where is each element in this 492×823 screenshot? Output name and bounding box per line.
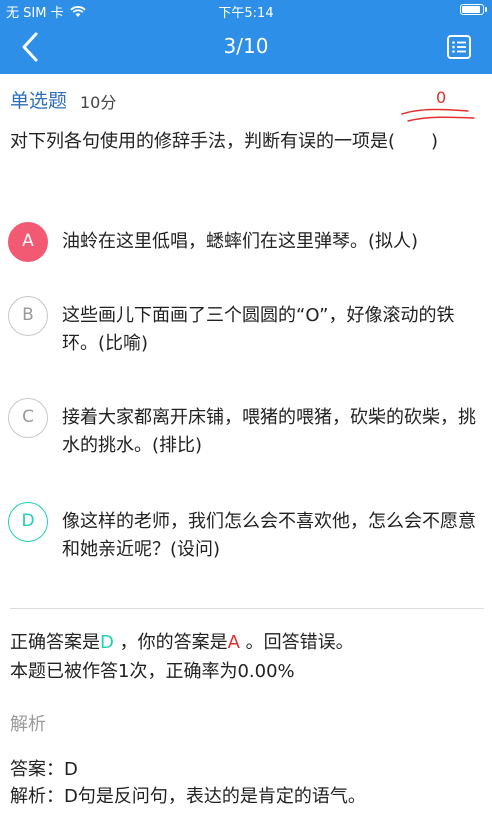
question-stem: 对下列各句使用的修辞手法，判断有误的一项是( ) <box>10 131 439 152</box>
analysis-answer: 答案：D <box>10 759 78 780</box>
battery-fill <box>462 6 480 13</box>
analysis-body: 答案：D 解析：D句是反问句，表达的是肯定的语气。 <box>10 756 484 810</box>
list-icon[interactable] <box>446 34 472 60</box>
answer-line: 正确答案是D ，你的答案是A 。回答错误。 <box>10 628 484 657</box>
status-time: 下午5:14 <box>218 6 274 21</box>
option-c-text: 接着大家都离开床铺，喂猪的喂猪，砍柴的砍柴，挑水的挑水。(排比) <box>62 407 476 456</box>
correct-answer-prefix: 正确答案是 <box>10 632 100 653</box>
your-answer: A <box>227 632 240 653</box>
option-c-badge: C <box>8 398 48 438</box>
status-right <box>460 2 487 17</box>
question-type: 单选题 <box>10 90 68 112</box>
option-a-badge: A <box>8 222 48 262</box>
page-title: 3/10 <box>223 34 269 58</box>
option-b-text: 这些画儿下面画了三个圆圆的“O”，好像滚动的铁环。(比喻) <box>62 305 455 354</box>
analysis-explanation: 解析：D句是反问句，表达的是肯定的语气。 <box>10 786 366 807</box>
option-b-badge: B <box>8 296 48 336</box>
verdict: 。回答错误。 <box>239 632 354 653</box>
option-a-text: 油蛉在这里低唱，蟋蟀们在这里弹琴。(拟人) <box>62 231 419 252</box>
correct-answer: D <box>100 632 114 653</box>
analysis-title: 解析 <box>10 714 46 735</box>
answer-result: 正确答案是D ，你的答案是A 。回答错误。 本题已被作答1次，正确率为0.00% <box>10 628 484 686</box>
nav-bar: 3/10 <box>0 20 492 74</box>
divider <box>10 608 484 609</box>
battery-icon <box>460 4 487 15</box>
option-d-text: 像这样的老师，我们怎么会不喜欢他，怎么会不愿意和她亲近呢？(设问) <box>62 511 476 560</box>
handwritten-underline-icon <box>401 108 475 122</box>
option-d-badge: D <box>8 502 48 542</box>
your-answer-prefix: ，你的答案是 <box>113 632 228 653</box>
question-score: 10分 <box>80 93 117 112</box>
status-bar: 无 SIM 卡 下午5:14 <box>0 0 492 21</box>
answer-stats: 本题已被作答1次，正确率为0.00% <box>10 661 295 682</box>
